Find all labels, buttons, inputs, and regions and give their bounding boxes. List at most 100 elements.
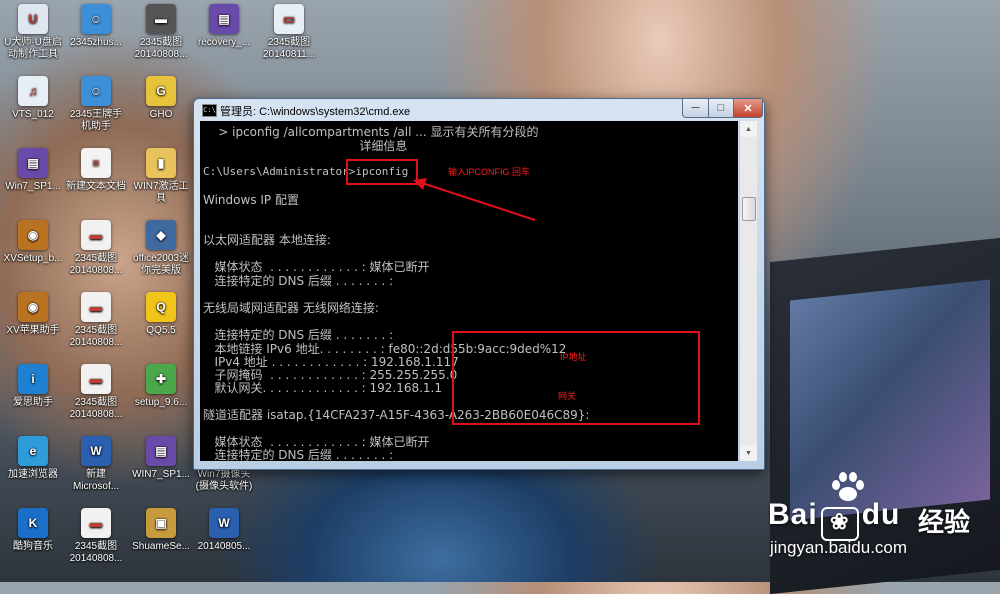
- desktop-shortcut[interactable]: e 加速浏览器: [0, 436, 66, 481]
- aisi-icon: i: [18, 364, 48, 394]
- desktop-shortcut-label: U大师·U盘启 动制作工具: [4, 37, 62, 60]
- desktop-shortcut[interactable]: i 爱思助手: [0, 364, 66, 409]
- desktop-shortcut[interactable]: ◆ office2003迷 你完美版: [128, 220, 194, 277]
- gateway-annotation: 网关: [558, 391, 577, 401]
- desktop-shortcut[interactable]: W 20140805...: [191, 508, 257, 553]
- desktop-shortcut-label: ShuameSe...: [132, 541, 190, 552]
- desktop-shortcut-label: Win7_SP1...: [5, 181, 61, 192]
- screenshot-icon: ▬: [146, 4, 176, 34]
- desktop-shortcut[interactable]: K 酷狗音乐: [0, 508, 66, 553]
- screenshot-icon: ▬: [81, 508, 111, 538]
- desktop-shortcut[interactable]: Q QQ5.5: [128, 292, 194, 337]
- close-button[interactable]: ✕: [733, 99, 763, 118]
- minimize-button[interactable]: ─: [682, 99, 709, 118]
- word-doc-icon: W: [209, 508, 239, 538]
- phone-helper-icon: ☺: [81, 76, 111, 106]
- desktop-shortcut[interactable]: ▬ 2345截图 20140808...: [63, 292, 129, 349]
- desktop-shortcut[interactable]: G GHO: [128, 76, 194, 121]
- desktop-shortcut-label: 2345王牌手 机助手: [69, 109, 123, 132]
- word-doc-icon: W: [81, 436, 111, 466]
- screenshot-icon: ▬: [81, 220, 111, 250]
- scroll-thumb[interactable]: [742, 197, 756, 221]
- desktop-shortcut-label: office2003迷 你完美版: [133, 253, 189, 276]
- desktop-shortcut[interactable]: W 新建 Microsof...: [63, 436, 129, 493]
- text-file-icon: ≡: [81, 148, 111, 178]
- console-line: 以太网适配器 本地连接:: [203, 233, 331, 247]
- desktop-shortcut-label: 2345截图 20140808...: [69, 541, 123, 564]
- console-line: 默认网关. . . . . . . . . . . . . : 192.168.…: [203, 381, 442, 395]
- desktop-shortcut-label: setup_9.6...: [134, 397, 188, 408]
- desktop-shortcut-label: 新建文本文档: [66, 181, 126, 192]
- desktop-shortcut[interactable]: ◉ XVSetup_b...: [0, 220, 66, 265]
- desktop-shortcut-label: recovery_...: [197, 37, 251, 48]
- cmd-app-icon: C:\: [202, 104, 217, 117]
- folder-icon: ▮: [146, 148, 176, 178]
- desktop-shortcut-label: VTS_012: [12, 109, 54, 120]
- desktop-shortcut[interactable]: ✚ setup_9.6...: [128, 364, 194, 409]
- screenshot-icon: ▬: [81, 292, 111, 322]
- jingyan-url: jingyan.baidu.com: [770, 538, 908, 557]
- desktop-shortcut-label: 2345截图 20140811...: [262, 37, 316, 60]
- desktop-shortcut[interactable]: ▤ Win7_SP1...: [0, 148, 66, 193]
- desktop-shortcut[interactable]: ▬ 2345截图 20140808...: [63, 508, 129, 565]
- desktop-shortcut-label: 20140805...: [197, 541, 251, 552]
- desktop-shortcut-label: 2345zhus...: [70, 37, 122, 48]
- usb-tool-icon: U: [18, 4, 48, 34]
- jingyan-label: 经验: [918, 507, 971, 537]
- desktop-shortcut[interactable]: ≡ 新建文本文档: [63, 148, 129, 193]
- screenshot-icon: ▭: [274, 4, 304, 34]
- desktop-shortcut[interactable]: ▬ 2345截图 20140808...: [128, 4, 194, 61]
- desktop-shortcut-label: 2345截图 20140808...: [134, 37, 188, 60]
- desktop-shortcut[interactable]: ▤ recovery_...: [191, 4, 257, 49]
- desktop-shortcut[interactable]: ▤ WIN7_SP1...: [128, 436, 194, 481]
- package-icon: ▣: [146, 508, 176, 538]
- console-line: 连接特定的 DNS 后缀 . . . . . . . :: [203, 274, 394, 288]
- maximize-button[interactable]: □: [708, 99, 734, 118]
- kugou-icon: K: [18, 508, 48, 538]
- console-line: 详细信息: [203, 139, 408, 153]
- desktop-shortcut-label: XVSetup_b...: [3, 253, 63, 264]
- annotation-arrow-icon: [413, 178, 536, 221]
- winrar-icon: ▤: [146, 436, 176, 466]
- ip-address-annotation: IP地址: [560, 352, 587, 362]
- desktop-shortcut[interactable]: ▬ 2345截图 20140808...: [63, 220, 129, 277]
- desktop-shortcut[interactable]: ◉ XV苹果助手: [0, 292, 66, 337]
- game-icon: ✚: [146, 364, 176, 394]
- desktop-shortcut-label: 爱思助手: [13, 397, 53, 408]
- gho-icon: G: [146, 76, 176, 106]
- screenshot-icon: ▬: [81, 364, 111, 394]
- scroll-down-arrow-icon[interactable]: ▼: [740, 445, 757, 461]
- desktop-shortcut[interactable]: ♫ VTS_012: [0, 76, 66, 121]
- desktop-shortcut-label: WIN7激活工 具: [133, 181, 189, 204]
- console-line: 连接特定的 DNS 后缀 . . . . . . . :: [203, 448, 394, 461]
- console-line: 无线局域网适配器 无线网络连接:: [203, 301, 379, 315]
- desktop-shortcut[interactable]: ☺ 2345zhus...: [63, 4, 129, 49]
- desktop-shortcut[interactable]: U U大师·U盘启 动制作工具: [0, 4, 66, 61]
- desktop-shortcut[interactable]: ▬ 2345截图 20140808...: [63, 364, 129, 421]
- ip-info-highlight-box: [452, 331, 700, 425]
- desktop-shortcut[interactable]: ☺ 2345王牌手 机助手: [63, 76, 129, 133]
- browser-icon: e: [18, 436, 48, 466]
- baidu-logo: Bai ❀ du: [768, 498, 900, 541]
- baidu-paw-box-icon: ❀: [820, 507, 859, 541]
- desktop-shortcut-label: 2345截图 20140808...: [69, 397, 123, 420]
- qq-icon: Q: [146, 292, 176, 322]
- window-title: 管理员: C:\windows\system32\cmd.exe: [220, 106, 411, 118]
- helper-icon: ☺: [81, 4, 111, 34]
- owl-icon: ◉: [18, 292, 48, 322]
- desktop-shortcut-label: 酷狗音乐: [13, 541, 53, 552]
- title-bar[interactable]: C:\ 管理员: C:\windows\system32\cmd.exe ─ □…: [194, 99, 764, 121]
- desktop-shortcut[interactable]: ▭ 2345截图 20140811...: [256, 4, 322, 61]
- desktop-shortcut-label: QQ5.5: [146, 325, 176, 336]
- desktop-shortcut-label: 2345截图 20140808...: [69, 325, 123, 348]
- desktop-shortcut[interactable]: ▮ WIN7激活工 具: [128, 148, 194, 205]
- desktop-shortcut-label: 2345截图 20140808...: [69, 253, 123, 276]
- desktop-shortcut-label: 新建 Microsof...: [72, 469, 120, 492]
- scroll-up-arrow-icon[interactable]: ▲: [740, 121, 757, 137]
- vertical-scrollbar[interactable]: ▲ ▼: [739, 121, 757, 461]
- mp3-icon: ♫: [18, 76, 48, 106]
- desktop-shortcut-label: XV苹果助手: [6, 325, 60, 336]
- baidu-jingyan-watermark: Bai ❀ du 经验 jingyan.baidu.com: [768, 472, 993, 572]
- desktop-shortcut[interactable]: ▣ ShuameSe...: [128, 508, 194, 553]
- winrar-icon: ▤: [209, 4, 239, 34]
